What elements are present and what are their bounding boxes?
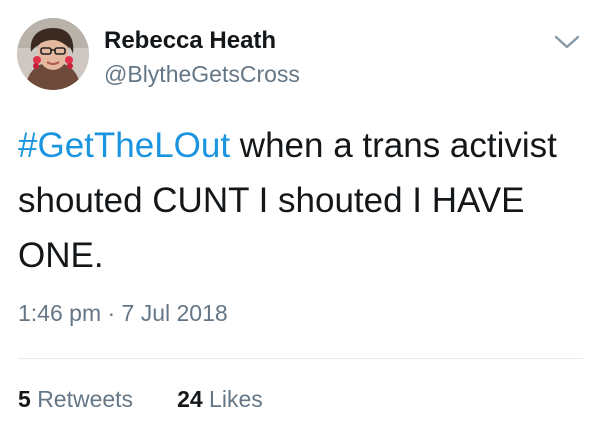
tweet-card: Rebecca Heath @BlytheGetsCross #GetTheLO… <box>0 0 600 434</box>
profile-photo-icon <box>17 18 89 90</box>
hashtag-link[interactable]: #GetTheLOut <box>18 126 230 165</box>
divider <box>18 358 583 359</box>
avatar[interactable] <box>17 18 89 90</box>
retweets-stat[interactable]: 5 Retweets <box>18 386 133 413</box>
display-name[interactable]: Rebecca Heath <box>104 27 276 55</box>
retweets-count: 5 <box>18 386 31 412</box>
chevron-down-icon[interactable] <box>553 32 581 52</box>
tweet-timestamp[interactable]: 1:46 pm · 7 Jul 2018 <box>18 300 228 327</box>
likes-label: Likes <box>209 386 263 412</box>
likes-stat[interactable]: 24 Likes <box>177 386 263 413</box>
likes-count: 24 <box>177 386 203 412</box>
engagement-stats: 5 Retweets 24 Likes <box>18 386 263 413</box>
tweet-text: #GetTheLOut when a trans activist shoute… <box>18 118 583 283</box>
retweets-label: Retweets <box>37 386 134 412</box>
user-handle[interactable]: @BlytheGetsCross <box>104 61 300 88</box>
